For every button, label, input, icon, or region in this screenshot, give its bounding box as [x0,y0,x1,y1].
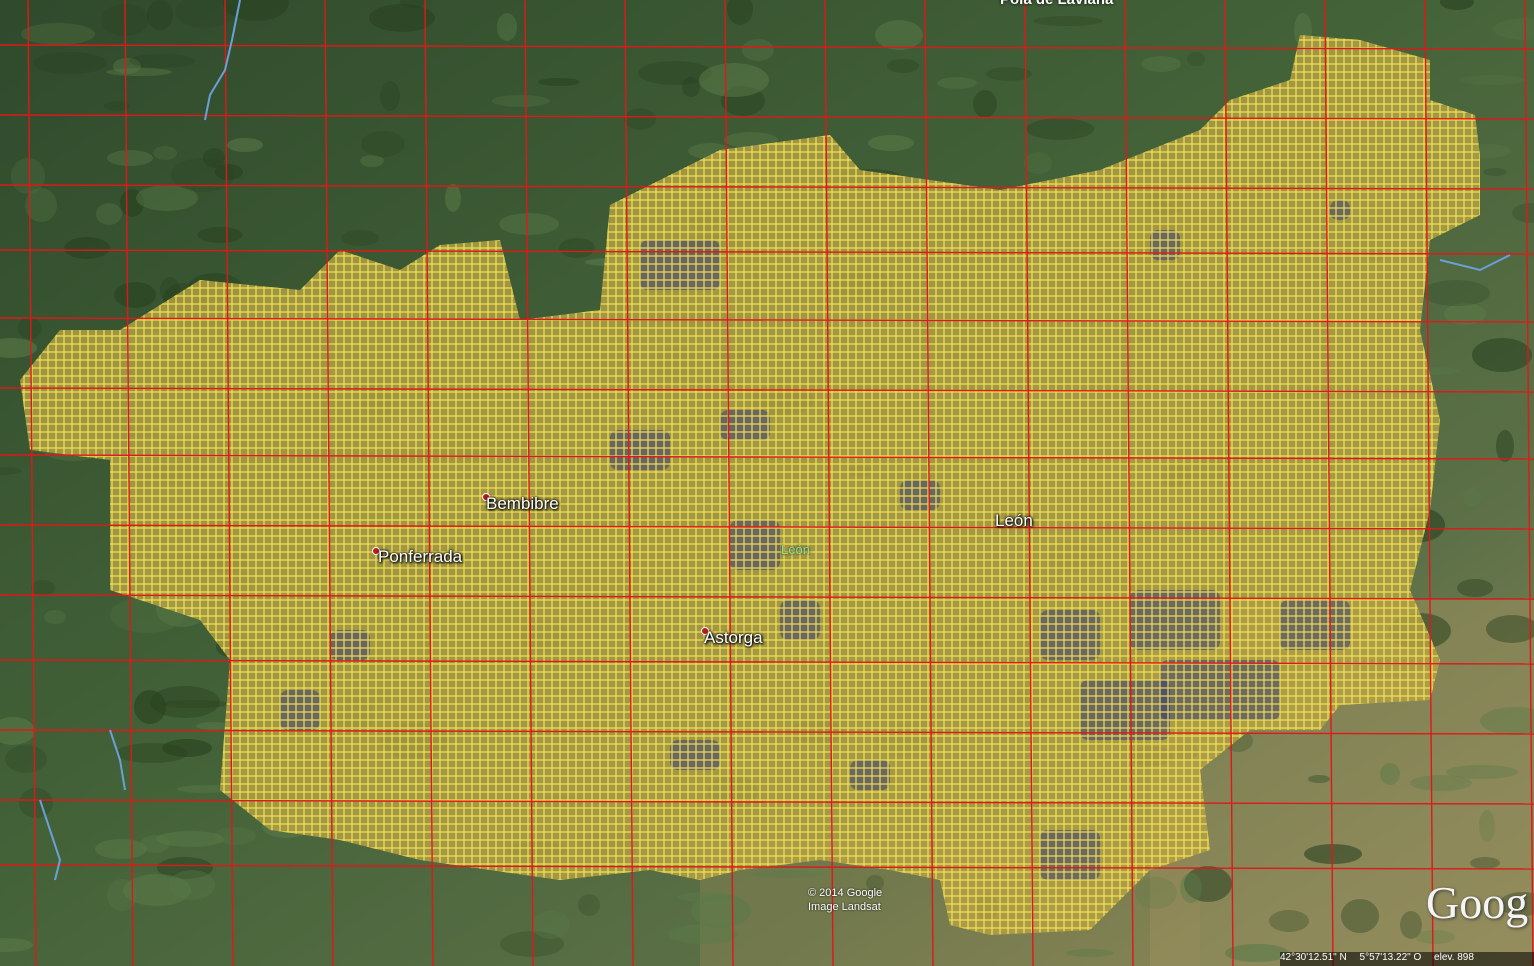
terrain-blotch [5,745,47,773]
terrain-blotch [150,686,220,718]
terrain-blotch [169,870,215,900]
terrain-blotch [1024,152,1052,174]
terrain-blotch [1341,899,1379,933]
terrain-blotch [499,213,559,235]
terrain-blotch [361,131,405,157]
terrain-blotch [742,39,774,61]
terrain-blotch [1033,16,1103,26]
attribution-copyright: © 2014 Google [808,887,883,899]
status-latitude: 42°30'12.51" N [1280,952,1347,963]
terrain-blotch [1457,579,1493,597]
terrain-blotch [107,150,153,166]
terrain-blotch [887,59,919,73]
terrain-blotch [44,610,66,624]
status-elevation: elev. 898 [1434,952,1474,963]
terrain-blotch [532,911,570,939]
city-label-ponferrada[interactable]: Ponferrada [378,547,462,567]
terrain-blotch [445,184,461,212]
terrain-blotch [1472,338,1532,372]
terrain-blotch [1308,775,1330,783]
terrain-blotch [1479,810,1495,842]
status-bar: 42°30'12.51" N 5°57'13.22" O elev. 898 [1280,952,1534,966]
terrain-blotch [875,20,923,50]
google-logo: Goog [1426,877,1529,928]
terrain-blotch [1180,873,1202,903]
terrain-blotch [197,227,243,243]
terrain-blotch [341,230,379,246]
terrain-blotch [203,148,225,168]
terrain-blotch [578,894,600,916]
city-label-astorga[interactable]: Astorga [704,628,763,648]
terrain-blotch [751,870,825,878]
terrain-blotch [1459,75,1525,85]
terrain-blotch [1463,488,1481,506]
terrain-blotch [33,52,107,74]
terrain-blotch [1470,857,1500,869]
terrain-blotch [1415,930,1455,944]
terrain-blotch [937,77,977,89]
terrain-blotch [162,739,212,757]
terrain-blotch [1269,910,1309,932]
terrain-blotch [1066,949,1114,957]
terrain-blotch [1026,118,1094,140]
terrain-blotch [64,237,110,259]
terrain-blotch [95,839,147,859]
terrain-blotch [147,0,173,30]
terrain-blotch [129,54,195,68]
terrain-blotch [1422,280,1490,306]
terrain-blotch [699,63,769,97]
terrain-blotch [380,81,400,111]
terrain-blotch [19,788,53,818]
place-label-top: Pola de Laviana [1000,0,1113,8]
terrain-blotch [973,90,997,118]
terrain-blotch [1141,56,1181,72]
terrain-blotch [106,68,172,76]
terrain-blotch [677,892,733,902]
terrain-blotch [492,95,550,107]
terrain-blotch [1135,877,1177,909]
terrain-blotch [96,203,122,225]
imagery-attribution: © 2014 Google Image Landsat [808,886,882,914]
terrain-blotch [21,23,95,45]
status-longitude: 5°57'13.22" O [1359,952,1422,963]
map-view[interactable]: Pola de Laviana Bembibre Ponferrada León… [0,0,1534,966]
terrain-blotch [559,238,595,258]
terrain-blotch [868,135,914,151]
terrain-blotch [114,282,156,308]
terrain-blotch [1496,430,1514,462]
terrain-blotch [1410,775,1472,791]
terrain-blotch [156,831,224,847]
map-canvas[interactable] [0,0,1534,966]
terrain-blotch [1187,52,1205,66]
city-label-bembibre[interactable]: Bembibre [486,494,559,514]
terrain-blotch [31,580,55,596]
terrain-blotch [1304,844,1362,864]
terrain-blotch [1483,168,1507,176]
city-label-leon[interactable]: León [995,511,1033,531]
terrain-blotch [153,146,177,160]
attribution-source: Image Landsat [808,901,881,913]
terrain-blotch [624,108,656,130]
terrain-blotch [227,138,263,152]
terrain-blotch [538,78,580,86]
terrain-blotch [1380,763,1400,785]
terrain-blotch [497,13,517,41]
region-label: León [781,542,810,557]
